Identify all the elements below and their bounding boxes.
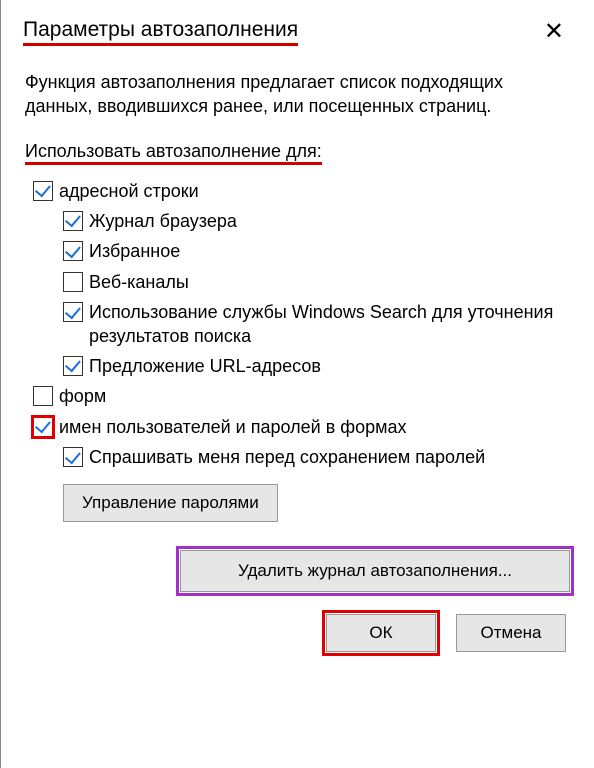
autocomplete-settings-dialog: Параметры автозаполнения ✕ Функция автоз… <box>0 0 594 768</box>
label-favorites: Избранное <box>89 239 570 263</box>
dialog-content: Функция автозаполнения предлагает список… <box>1 52 594 652</box>
delete-autocomplete-history-button[interactable]: Удалить журнал автозаполнения... <box>180 550 570 592</box>
manage-passwords-wrap: Управление паролями <box>63 484 570 522</box>
label-usernames-passwords: имен пользователей и паролей в формах <box>59 415 570 439</box>
label-address-bar: адресной строки <box>59 179 570 203</box>
close-icon[interactable]: ✕ <box>536 18 572 46</box>
checkbox-usernames-passwords[interactable] <box>33 417 53 437</box>
section-label: Использовать автозаполнение для: <box>25 141 322 165</box>
checkbox-windows-search[interactable] <box>63 302 83 322</box>
label-feeds: Веб-каналы <box>89 270 570 294</box>
option-forms: форм <box>33 384 570 408</box>
dialog-footer: ОК Отмена <box>25 614 570 652</box>
label-forms: форм <box>59 384 570 408</box>
label-browser-history: Журнал браузера <box>89 209 570 233</box>
checkbox-ask-before-save-password[interactable] <box>63 447 83 467</box>
cancel-button[interactable]: Отмена <box>456 614 566 652</box>
option-ask-before-save-password: Спрашивать меня перед сохранением пароле… <box>63 445 570 469</box>
option-windows-search: Использование службы Windows Search для … <box>63 300 570 348</box>
checkbox-address-bar[interactable] <box>33 181 53 201</box>
delete-history-wrap: Удалить журнал автозаполнения... <box>25 550 570 592</box>
checkbox-browser-history[interactable] <box>63 211 83 231</box>
ok-button[interactable]: ОК <box>326 614 436 652</box>
manage-passwords-button[interactable]: Управление паролями <box>63 484 278 522</box>
option-favorites: Избранное <box>63 239 570 263</box>
checkbox-url-suggest[interactable] <box>63 356 83 376</box>
option-usernames-passwords: имен пользователей и паролей в формах <box>33 415 570 439</box>
dialog-title: Параметры автозаполнения <box>23 18 298 46</box>
checkbox-feeds[interactable] <box>63 272 83 292</box>
option-feeds: Веб-каналы <box>63 270 570 294</box>
option-url-suggest: Предложение URL-адресов <box>63 354 570 378</box>
label-url-suggest: Предложение URL-адресов <box>89 354 570 378</box>
option-address-bar: адресной строки <box>33 179 570 203</box>
label-windows-search: Использование службы Windows Search для … <box>89 300 570 348</box>
options-group: адресной строки Журнал браузера Избранно… <box>33 179 570 522</box>
checkbox-favorites[interactable] <box>63 241 83 261</box>
option-browser-history: Журнал браузера <box>63 209 570 233</box>
checkbox-forms[interactable] <box>33 386 53 406</box>
label-ask-before-save-password: Спрашивать меня перед сохранением пароле… <box>89 445 570 469</box>
titlebar: Параметры автозаполнения ✕ <box>1 0 594 52</box>
description-text: Функция автозаполнения предлагает список… <box>25 70 570 119</box>
